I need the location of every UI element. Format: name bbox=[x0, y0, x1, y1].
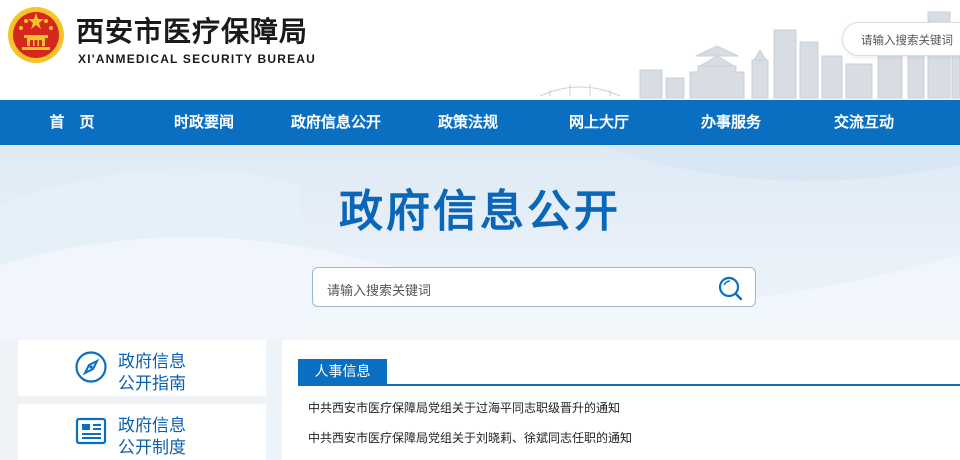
header-search-input[interactable]: 请输入搜索关键词 bbox=[842, 22, 960, 56]
nav-item-services[interactable]: 办事服务 bbox=[693, 100, 769, 145]
card-label-line2: 公开制度 bbox=[118, 438, 186, 458]
nav-item-gov-info[interactable]: 政府信息公开 bbox=[288, 100, 384, 145]
nav-item-home[interactable]: 首 页 bbox=[36, 100, 108, 145]
search-icon[interactable] bbox=[717, 275, 743, 301]
national-emblem-icon bbox=[8, 7, 64, 63]
news-list-item[interactable]: 中共西安市医疗保障局党组关于过海平同志职级晋升的通知 bbox=[308, 399, 620, 416]
gov-info-system-card[interactable]: 政府信息 公开制度 bbox=[18, 404, 266, 460]
card-label-line2: 公开指南 bbox=[118, 374, 186, 394]
nav-item-interaction[interactable]: 交流互动 bbox=[826, 100, 902, 145]
banner-title: 政府信息公开 bbox=[339, 186, 621, 237]
banner-search-input[interactable]: 请输入搜索关键词 bbox=[312, 267, 756, 307]
banner-search-placeholder: 请输入搜索关键词 bbox=[327, 284, 432, 299]
news-tab-underline bbox=[298, 384, 960, 386]
site-header: 西安市医疗保障局 XI'ANMEDICAL SECURITY BUREAU 请输… bbox=[0, 0, 960, 100]
site-subtitle: XI'ANMEDICAL SECURITY BUREAU bbox=[78, 52, 317, 66]
news-list-item[interactable]: 中共西安市医疗保障局党组关于刘晓莉、徐斌同志任职的通知 bbox=[308, 429, 632, 446]
hero-banner: 政府信息公开 请输入搜索关键词 bbox=[0, 145, 960, 340]
compass-icon bbox=[75, 351, 107, 383]
nav-item-news[interactable]: 时政要闻 bbox=[166, 100, 242, 145]
main-nav: 首 页 时政要闻 政府信息公开 政策法规 网上大厅 办事服务 交流互动 bbox=[0, 100, 960, 145]
document-icon bbox=[75, 417, 107, 445]
gov-info-guide-card[interactable]: 政府信息 公开指南 bbox=[18, 340, 266, 396]
news-panel: 人事信息 中共西安市医疗保障局党组关于过海平同志职级晋升的通知 中共西安市医疗保… bbox=[282, 340, 960, 460]
tab-personnel-info[interactable]: 人事信息 bbox=[298, 359, 387, 386]
site-title: 西安市医疗保障局 bbox=[76, 15, 309, 48]
nav-item-online-hall[interactable]: 网上大厅 bbox=[561, 100, 637, 145]
nav-item-policy[interactable]: 政策法规 bbox=[430, 100, 506, 145]
content-area: 政府信息 公开指南 政府信息 公开制度 人事信息 中共西安市医疗保障局党组关于过… bbox=[0, 340, 960, 460]
header-search-placeholder: 请输入搜索关键词 bbox=[861, 33, 953, 47]
